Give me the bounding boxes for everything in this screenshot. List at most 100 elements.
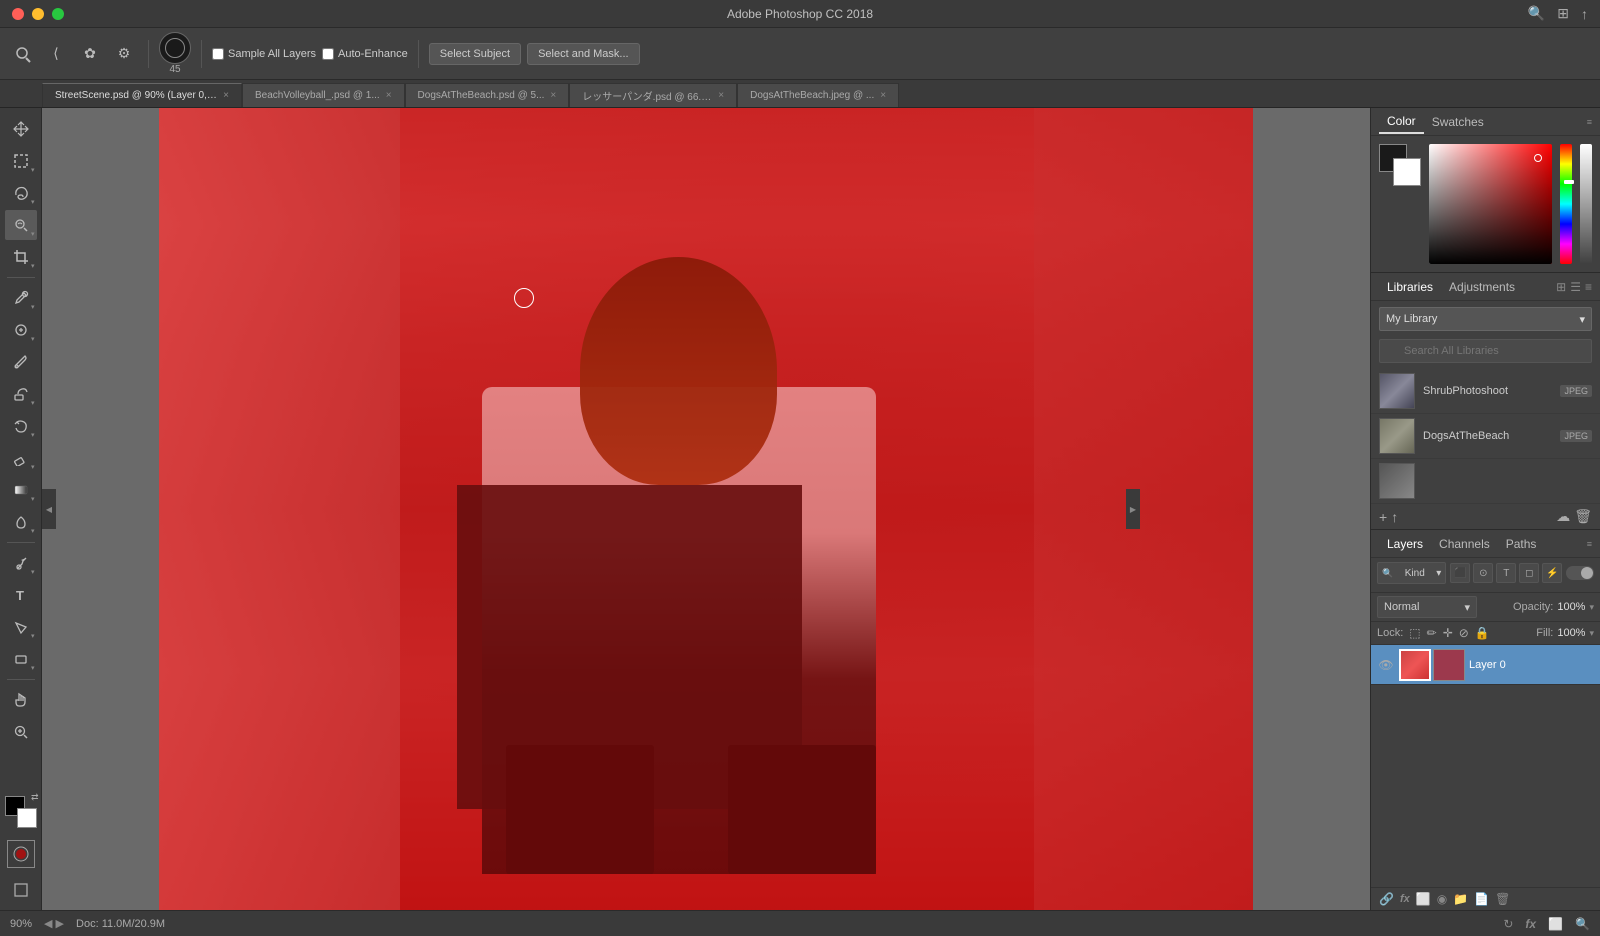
library-item-dogsatthebeach[interactable]: DogsAtTheBeach JPEG xyxy=(1371,414,1600,459)
hue-bar[interactable] xyxy=(1560,144,1572,264)
add-to-library-button[interactable]: + xyxy=(1379,509,1387,525)
tool-option2[interactable]: ✿ xyxy=(76,40,104,68)
library-item-shrubphotoshoot[interactable]: ShrubPhotoshoot JPEG xyxy=(1371,369,1600,414)
tab-swatches[interactable]: Swatches xyxy=(1424,111,1492,133)
minimize-button[interactable] xyxy=(32,8,44,20)
move-tool[interactable] xyxy=(5,114,37,144)
marquee-tool[interactable]: ▾ xyxy=(5,146,37,176)
filter-smart-icon[interactable]: ⚡ xyxy=(1542,563,1562,583)
tab-close-1[interactable]: × xyxy=(223,90,229,101)
layer-link-icon[interactable]: 🔗 xyxy=(1379,892,1394,906)
mask-icon-status[interactable]: ⬜ xyxy=(1548,917,1563,931)
tab-close-5[interactable]: × xyxy=(880,90,886,101)
color-gradient-picker[interactable] xyxy=(1429,144,1552,264)
fill-expand-icon[interactable]: ▾ xyxy=(1589,628,1594,639)
foreground-background-colors[interactable]: ⇄ xyxy=(5,796,37,828)
hue-slider[interactable] xyxy=(1560,144,1572,264)
collapse-left-btn[interactable]: ◀ xyxy=(42,489,56,529)
tab-close-4[interactable]: × xyxy=(718,90,724,101)
auto-enhance-checkbox[interactable] xyxy=(322,48,334,60)
tab-libraries[interactable]: Libraries xyxy=(1379,276,1441,298)
tab-paths[interactable]: Paths xyxy=(1498,533,1545,555)
tab-dogsatthebeach2[interactable]: DogsAtTheBeach.jpeg @ ... × xyxy=(737,83,899,107)
search-libraries-input[interactable] xyxy=(1379,339,1592,363)
path-selection-tool[interactable]: ▾ xyxy=(5,612,37,642)
type-tool[interactable]: T xyxy=(5,580,37,610)
tab-close-2[interactable]: × xyxy=(386,90,392,101)
background-color[interactable] xyxy=(17,808,37,828)
share-icon[interactable]: ↑ xyxy=(1581,6,1588,22)
filter-toggle[interactable] xyxy=(1566,566,1594,580)
close-button[interactable] xyxy=(12,8,24,20)
quick-selection-tool[interactable] xyxy=(8,40,36,68)
layer-delete-icon[interactable]: 🗑 xyxy=(1495,892,1510,906)
alpha-bar[interactable] xyxy=(1580,144,1592,264)
layer-visibility-icon[interactable]: 👁 xyxy=(1377,656,1395,674)
filter-pixel-icon[interactable]: ⬛ xyxy=(1450,563,1470,583)
grid-view-icon[interactable]: ⊞ xyxy=(1556,280,1566,294)
layers-panel-options[interactable]: ≡ xyxy=(1587,539,1592,549)
bg-color-box[interactable] xyxy=(1393,158,1421,186)
layer-add-icon[interactable]: 📄 xyxy=(1474,892,1489,906)
library-item-3[interactable] xyxy=(1371,459,1600,504)
hand-tool[interactable] xyxy=(5,685,37,715)
lock-position-icon[interactable]: ✛ xyxy=(1443,626,1453,640)
upload-button[interactable]: ↑ xyxy=(1391,509,1398,525)
tab-color[interactable]: Color xyxy=(1379,110,1424,134)
status-navigate-arrows[interactable]: ◀ ▶ xyxy=(44,917,64,930)
list-view-icon[interactable]: ☰ xyxy=(1570,280,1581,294)
blend-mode-dropdown[interactable]: Normal ▾ xyxy=(1377,596,1477,618)
clone-stamp-tool[interactable]: ▾ xyxy=(5,379,37,409)
quick-mask-button[interactable] xyxy=(7,840,35,868)
healing-brush-tool[interactable]: ▾ xyxy=(5,315,37,345)
tab-channels[interactable]: Channels xyxy=(1431,533,1498,555)
cloud-sync-icon[interactable]: ☁ xyxy=(1556,508,1570,525)
select-and-mask-button[interactable]: Select and Mask... xyxy=(527,43,640,65)
lock-all-icon[interactable]: 🔒 xyxy=(1475,626,1490,640)
layer-item-layer0[interactable]: 👁 Layer 0 xyxy=(1371,645,1600,685)
swap-colors-icon[interactable]: ⇄ xyxy=(31,792,39,803)
filter-kind-dropdown[interactable]: 🔍 Kind ▾ xyxy=(1377,562,1446,584)
eraser-tool[interactable]: ▾ xyxy=(5,443,37,473)
tab-adjustments[interactable]: Adjustments xyxy=(1441,276,1523,298)
select-subject-button[interactable]: Select Subject xyxy=(429,43,521,65)
alpha-slider[interactable] xyxy=(1580,144,1592,264)
filter-shape-icon[interactable]: ◻ xyxy=(1519,563,1539,583)
tab-lesserpanda[interactable]: レッサーパンダ.psd @ 66.7... × xyxy=(569,83,737,107)
my-library-dropdown[interactable]: My Library ▾ xyxy=(1379,307,1592,331)
shape-tool[interactable]: ▾ xyxy=(5,644,37,674)
color-panel-options[interactable]: ≡ xyxy=(1587,117,1592,127)
collapse-right-btn[interactable]: ▶ xyxy=(1126,489,1140,529)
blur-tool[interactable]: ▾ xyxy=(5,507,37,537)
opacity-expand-icon[interactable]: ▾ xyxy=(1589,602,1594,613)
delete-item-button[interactable]: 🗑 xyxy=(1574,508,1592,525)
brush-tool[interactable] xyxy=(5,347,37,377)
filter-type-icon[interactable]: T xyxy=(1496,563,1516,583)
tab-streetscene[interactable]: StreetScene.psd @ 90% (Layer 0, Quick Ma… xyxy=(42,83,242,107)
screen-mode-button[interactable] xyxy=(7,876,35,904)
crop-tool[interactable]: ▾ xyxy=(5,242,37,272)
libraries-panel-options[interactable]: ≡ xyxy=(1585,280,1592,294)
layer-folder-icon[interactable]: 📁 xyxy=(1453,892,1468,906)
tab-close-3[interactable]: × xyxy=(550,90,556,101)
arrange-icon[interactable]: ⊞ xyxy=(1557,5,1569,22)
layer-fx-icon[interactable]: fx xyxy=(1400,893,1410,905)
sample-all-layers-checkbox[interactable] xyxy=(212,48,224,60)
zoom-out-status-icon[interactable]: 🔍 xyxy=(1575,917,1590,931)
layer-adjustment-icon[interactable]: ◉ xyxy=(1437,892,1447,906)
search-icon[interactable]: 🔍 xyxy=(1528,5,1545,22)
tab-layers[interactable]: Layers xyxy=(1379,533,1431,555)
pen-tool[interactable]: ▾ xyxy=(5,548,37,578)
history-brush-tool[interactable]: ▾ xyxy=(5,411,37,441)
tab-dogsatthebeach[interactable]: DogsAtTheBeach.psd @ 5... × xyxy=(405,83,570,107)
eyedropper-tool[interactable]: ▾ xyxy=(5,283,37,313)
lasso-tool[interactable]: ▾ xyxy=(5,178,37,208)
tool-option3[interactable]: ⚙ xyxy=(110,40,138,68)
maximize-button[interactable] xyxy=(52,8,64,20)
lock-paint-icon[interactable]: ✏ xyxy=(1427,626,1437,640)
lock-artboard-icon[interactable]: ⊘ xyxy=(1459,626,1469,640)
tab-beachvolleyball[interactable]: BeachVolleyball_.psd @ 1... × xyxy=(242,83,405,107)
zoom-tool[interactable] xyxy=(5,717,37,747)
canvas-rotate-icon[interactable]: ↻ xyxy=(1503,917,1513,931)
brush-preview[interactable] xyxy=(159,32,191,64)
